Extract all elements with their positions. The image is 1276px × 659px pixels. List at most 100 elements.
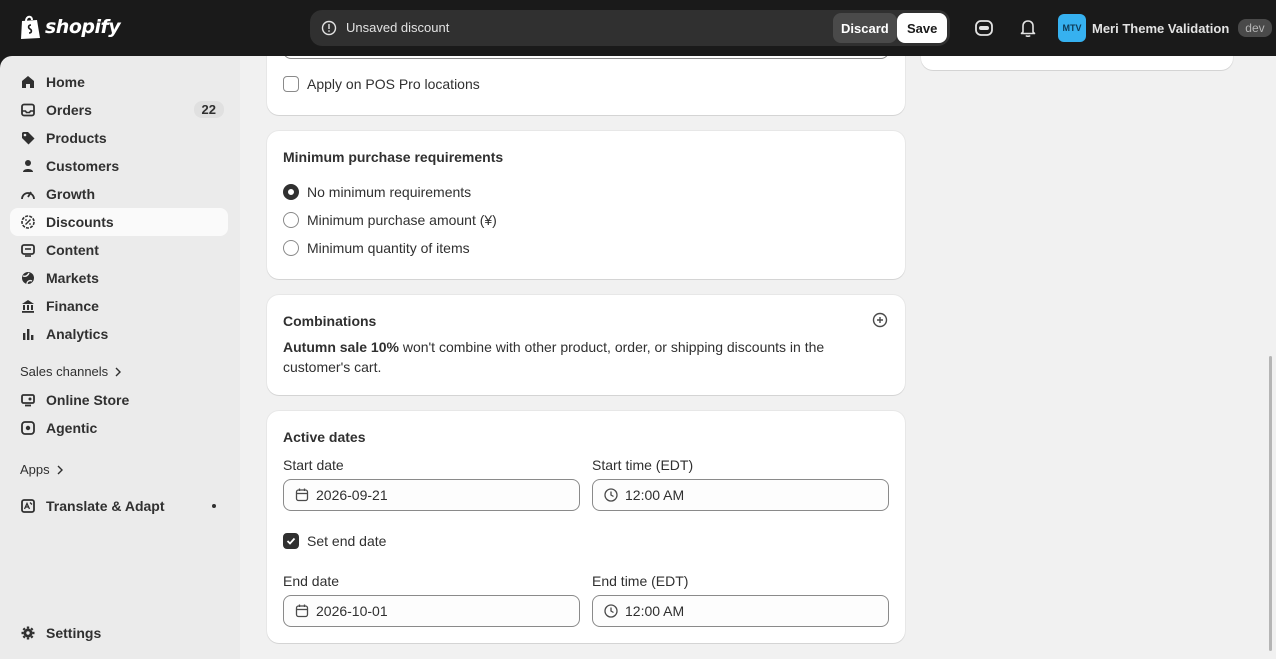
clock-icon — [604, 604, 618, 618]
radio-option[interactable]: Minimum quantity of items — [283, 240, 470, 256]
radio-button[interactable] — [283, 212, 299, 228]
sidebar-item-label: Online Store — [46, 392, 130, 408]
radio-button[interactable] — [283, 184, 299, 200]
dev-badge: dev — [1238, 19, 1272, 37]
radio-option[interactable]: Minimum purchase amount (¥) — [283, 212, 497, 228]
sidebar-item-label: Customers — [46, 158, 120, 174]
store-switcher[interactable]: MTV Meri Theme Validation dev — [1058, 14, 1272, 42]
sidebar-item-label: Analytics — [46, 326, 109, 342]
sidebar-item-label: Content — [46, 242, 99, 258]
sidebar-item-customers[interactable]: Customers — [10, 152, 228, 180]
card-title: Combinations — [283, 313, 377, 329]
clock-icon — [604, 488, 618, 502]
end-time-label: End time (EDT) — [592, 573, 689, 589]
pos-checkbox[interactable] — [283, 76, 299, 92]
radio-button[interactable] — [283, 240, 299, 256]
chevron-right-icon — [57, 465, 63, 474]
home-icon — [22, 76, 34, 88]
set-end-date-checkbox[interactable] — [283, 533, 299, 549]
set-end-date-row[interactable]: Set end date — [283, 533, 386, 549]
sidebar-item-label: Finance — [46, 298, 99, 314]
sidebar-item-agentic[interactable]: Agentic — [10, 414, 228, 442]
pos-checkbox-row[interactable]: Apply on POS Pro locations — [283, 76, 480, 92]
end-date-value: 2026-10-01 — [316, 603, 388, 619]
sidebar-item-finance[interactable]: Finance — [10, 292, 228, 320]
radio-option[interactable]: No minimum requirements — [283, 184, 471, 200]
scrollbar-thumb[interactable] — [1269, 356, 1272, 651]
sales-channels-header[interactable]: Sales channels — [20, 364, 122, 379]
start-date-field[interactable]: 2026-09-21 — [283, 479, 580, 511]
person-icon — [23, 160, 33, 172]
sidebar-item-label: Discounts — [46, 214, 114, 230]
sidebar-item-settings[interactable]: Settings — [10, 619, 228, 647]
sidebar-item-discounts[interactable]: Discounts — [10, 208, 228, 236]
sidebar-item-online-store[interactable]: Online Store — [10, 386, 228, 414]
sidebar-item-products[interactable]: Products — [10, 124, 228, 152]
sidebar-item-label: Orders — [46, 102, 92, 118]
checkmark-icon — [286, 537, 296, 545]
gauge-icon — [21, 191, 35, 200]
discard-button[interactable]: Discard — [833, 13, 897, 43]
inbox-icon — [21, 103, 35, 117]
shopify-bag-icon — [21, 15, 40, 39]
card-title: Minimum purchase requirements — [283, 149, 504, 165]
plus-circle-icon[interactable] — [872, 312, 888, 328]
radio-label: Minimum purchase amount (¥) — [307, 212, 497, 228]
sales-channels-label: Sales channels — [20, 364, 109, 379]
sidebar-item-home[interactable]: Home — [10, 68, 228, 96]
orders-count-badge: 22 — [193, 101, 224, 118]
bell-icon[interactable] — [1017, 17, 1039, 39]
start-time-label: Start time (EDT) — [592, 457, 694, 473]
sidebar-item-translate-adapt[interactable]: Translate & Adapt — [10, 492, 228, 520]
gear-icon — [21, 626, 35, 640]
calendar-icon — [295, 488, 309, 502]
sidebar-item-markets[interactable]: Markets — [10, 264, 228, 292]
save-button[interactable]: Save — [897, 13, 948, 43]
store-avatar: MTV — [1058, 14, 1086, 42]
sidebar: Home Orders 22 Products Customers Growth… — [0, 56, 240, 659]
set-end-date-label: Set end date — [307, 533, 387, 549]
apps-label: Apps — [20, 462, 50, 477]
agentic-icon — [21, 421, 35, 435]
alert-circle-icon — [321, 20, 337, 36]
sidebar-item-label: Settings — [46, 625, 102, 641]
end-time-value: 12:00 AM — [625, 603, 685, 619]
sidebar-item-content[interactable]: Content — [10, 236, 228, 264]
end-date-label: End date — [283, 573, 340, 589]
store-name: Meri Theme Validation — [1092, 20, 1230, 36]
globe-icon — [22, 272, 34, 285]
sidekick-icon[interactable] — [973, 17, 995, 39]
sidebar-item-orders[interactable]: Orders 22 — [10, 96, 228, 124]
end-date-field[interactable]: 2026-10-01 — [283, 595, 580, 627]
discount-name: Autumn sale 10% — [283, 339, 399, 355]
calendar-icon — [295, 604, 309, 618]
tag-icon — [22, 132, 35, 145]
apps-header[interactable]: Apps — [20, 462, 64, 477]
input-field[interactable] — [283, 56, 889, 59]
main-content: Apply on POS Pro locations Minimum purch… — [240, 56, 1276, 659]
top-bar: shopify Unsaved discount Discard Save MT… — [0, 0, 1276, 56]
shopify-logo[interactable]: shopify — [19, 14, 121, 40]
combinations-card: Combinations Autumn sale 10% won't combi… — [267, 295, 905, 395]
start-date-label: Start date — [283, 457, 344, 473]
brand-wordmark: shopify — [45, 16, 121, 38]
unsaved-message: Unsaved discount — [346, 20, 450, 35]
sidebar-item-label: Agentic — [46, 420, 98, 436]
card-title: Active dates — [283, 429, 366, 445]
end-time-field[interactable]: 12:00 AM — [592, 595, 889, 627]
minimum-requirements-card: Minimum purchase requirements No minimum… — [267, 131, 905, 279]
sidebar-item-label: Products — [46, 130, 107, 146]
discount-icon — [21, 215, 35, 229]
sidebar-item-analytics[interactable]: Analytics — [10, 320, 228, 348]
pos-label: Apply on POS Pro locations — [307, 76, 480, 92]
translate-icon — [21, 499, 35, 513]
unsaved-changes-bar: Unsaved discount Discard Save — [310, 10, 950, 46]
content-icon — [21, 244, 35, 257]
active-dates-card: Active dates Start date 2026-09-21 Start… — [267, 411, 905, 643]
start-time-field[interactable]: 12:00 AM — [592, 479, 889, 511]
start-time-value: 12:00 AM — [625, 487, 685, 503]
sidebar-item-growth[interactable]: Growth — [10, 180, 228, 208]
store-icon — [21, 394, 35, 407]
customer-eligibility-card: Apply on POS Pro locations — [267, 56, 905, 115]
bar-chart-icon — [23, 329, 34, 340]
